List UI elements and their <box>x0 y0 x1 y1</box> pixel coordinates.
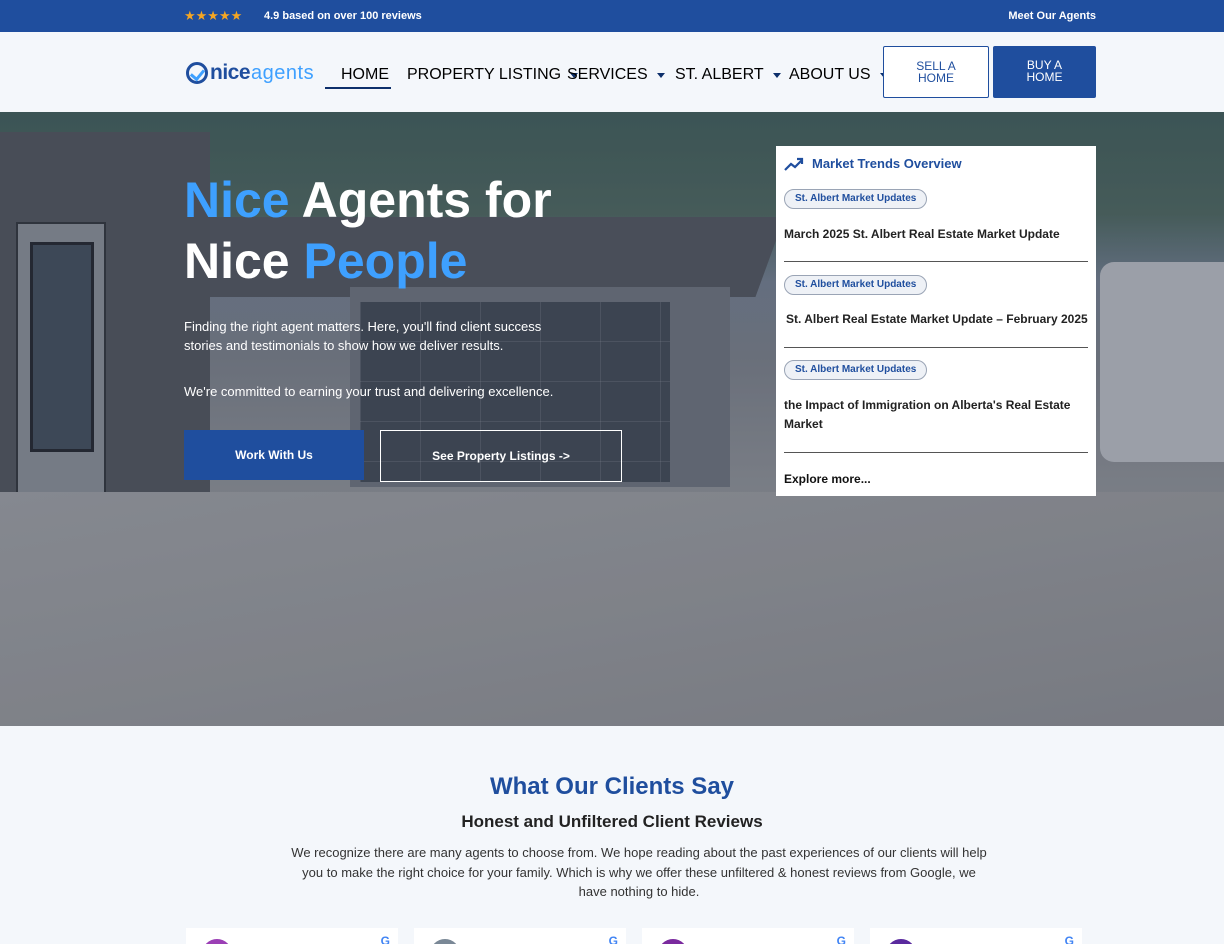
avatar <box>886 939 916 944</box>
logo[interactable]: nice agents <box>186 58 314 88</box>
nav-services[interactable]: SERVICES <box>567 66 665 84</box>
market-trends-title: Market Trends Overview <box>812 156 962 171</box>
nav-active-underline <box>325 87 391 89</box>
article-link[interactable]: St. Albert Real Estate Market Update – F… <box>786 310 1090 329</box>
article-tag[interactable]: St. Albert Market Updates <box>784 275 928 295</box>
chevron-down-icon <box>656 72 665 78</box>
nav-st-albert[interactable]: ST. ALBERT <box>675 66 781 84</box>
clients-section-title: What Our Clients Say <box>489 773 735 800</box>
avatar <box>202 939 232 944</box>
see-property-listings-button[interactable]: See Property Listings -> <box>380 430 622 482</box>
review-card[interactable]: G <box>414 928 626 944</box>
nav-about-us[interactable]: ABOUT US <box>789 66 888 84</box>
review-card[interactable]: G <box>870 928 1082 944</box>
google-icon: G <box>1064 934 1074 944</box>
nav-services-label: SERVICES <box>567 66 648 83</box>
clients-section-description: We recognize there are many agents to ch… <box>291 845 987 899</box>
trending-up-icon <box>784 157 804 171</box>
nav-property-listing-label: PROPERTY LISTING <box>407 66 562 83</box>
explore-more-link[interactable]: Explore more... <box>784 472 871 486</box>
rating-stars-icon: ★★★★★ <box>184 8 243 23</box>
article-tag[interactable]: St. Albert Market Updates <box>784 189 928 209</box>
article-tag[interactable]: St. Albert Market Updates <box>784 360 928 380</box>
work-with-us-button[interactable]: Work With Us <box>184 430 364 480</box>
logo-check-icon <box>186 62 208 84</box>
sell-a-home-button[interactable]: SELL A HOME <box>883 46 989 98</box>
meet-agents-link[interactable]: Meet Our Agents <box>1008 10 1096 22</box>
nav-property-listing[interactable]: PROPERTY LISTING <box>407 66 579 84</box>
nav-st-albert-label: ST. ALBERT <box>675 66 764 83</box>
logo-nice-text: nice <box>210 61 251 84</box>
hero-title-highlight-2: People <box>303 233 468 289</box>
review-card[interactable]: G <box>186 928 398 944</box>
article-link[interactable]: the Impact of Immigration on Alberta's R… <box>784 396 1088 434</box>
divider <box>784 452 1088 453</box>
divider <box>784 347 1088 348</box>
sell-button-line2: HOME <box>918 71 954 85</box>
buy-a-home-button[interactable]: BUY A HOME <box>993 46 1096 98</box>
rating-text: 4.9 based on over 100 reviews <box>264 10 422 22</box>
clients-section-subtitle: Honest and Unfiltered Client Reviews <box>461 812 763 831</box>
divider <box>784 261 1088 262</box>
buy-button-line2: HOME <box>1026 70 1063 84</box>
google-icon: G <box>380 934 390 944</box>
hero-title-highlight-1: Nice <box>184 172 290 228</box>
site-header: nice agents HOME PROPERTY LISTING SERVIC… <box>0 32 1224 112</box>
top-bar: ★★★★★ 4.9 based on over 100 reviews Meet… <box>0 0 1224 32</box>
market-trends-card: Market Trends Overview St. Albert Market… <box>776 146 1096 496</box>
review-card[interactable]: G <box>642 928 854 944</box>
logo-agents-text: agents <box>251 61 315 84</box>
google-icon: G <box>608 934 618 944</box>
avatar <box>658 939 688 944</box>
google-icon: G <box>836 934 846 944</box>
hero-title: Nice Agents for Nice People <box>184 170 552 292</box>
hero-intro-text: Finding the right agent matters. Here, y… <box>184 319 542 353</box>
hero-title-part-1: Agents for <box>289 172 552 228</box>
nav-about-us-label: ABOUT US <box>789 66 871 83</box>
chevron-down-icon <box>772 72 781 78</box>
nav-home-label: HOME <box>341 66 389 83</box>
avatar <box>430 939 460 944</box>
market-trends-header: Market Trends Overview <box>784 156 962 171</box>
hero-commitment-text: We're committed to earning your trust an… <box>184 384 554 399</box>
article-link[interactable]: March 2025 St. Albert Real Estate Market… <box>784 225 1088 244</box>
nav-home[interactable]: HOME <box>341 66 389 84</box>
hero-title-part-2: Nice <box>184 233 304 289</box>
